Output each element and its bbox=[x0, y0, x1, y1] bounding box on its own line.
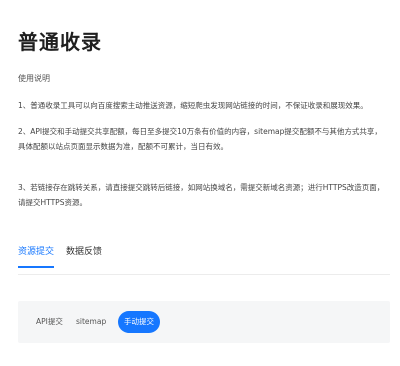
usage-heading: 使用说明 bbox=[18, 74, 50, 83]
tab-resource-submit[interactable]: 资源提交 bbox=[18, 244, 55, 268]
usage-note-3: 3、若链接存在跳转关系，请直接提交跳转后链接，如网站换域名，需提交新域名资源；进… bbox=[18, 183, 385, 207]
api-submit-option[interactable]: API提交 bbox=[30, 311, 69, 333]
main-tabs: 资源提交 数据反馈 bbox=[18, 236, 390, 275]
usage-note-1: 1、普通收录工具可以向百度搜索主动推送资源，缩短爬虫发现网站链接的时间，不保证收… bbox=[18, 101, 368, 110]
page-title: 普通收录 bbox=[18, 30, 102, 54]
manual-submit-option[interactable]: 手动提交 bbox=[118, 311, 160, 333]
sitemap-option[interactable]: sitemap bbox=[70, 311, 112, 333]
submit-method-panel: API提交 sitemap 手动提交 bbox=[18, 301, 390, 343]
usage-note-2: 2、API提交和手动提交共享配额，每日至多提交10万条有价值的内容，sitema… bbox=[18, 127, 382, 151]
tab-data-feedback[interactable]: 数据反馈 bbox=[66, 244, 102, 267]
